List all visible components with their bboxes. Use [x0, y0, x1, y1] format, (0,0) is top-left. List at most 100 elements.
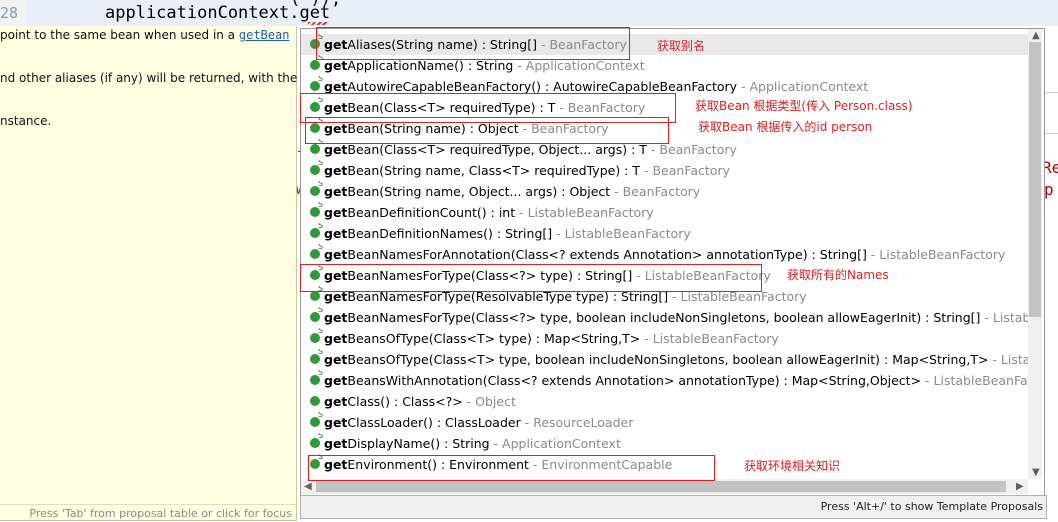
- scroll-left-icon[interactable]: ◀: [304, 481, 312, 492]
- annotation-bean-by-id: 获取Bean 根据传入的id person: [698, 120, 873, 134]
- method-public-icon: S: [310, 286, 323, 301]
- annotation-aliases: 获取别名: [657, 39, 706, 53]
- proposal-item[interactable]: SgetBeansOfType(Class<T> type, boolean i…: [301, 349, 1029, 370]
- proposal-owner: - ResourceLoader: [520, 415, 634, 430]
- method-public-icon: S: [310, 76, 323, 91]
- proposal-owner: - ApplicationContext: [737, 79, 869, 94]
- proposal-signature: BeanDefinitionNames() : String[]: [347, 226, 553, 241]
- proposal-label: getAutowireCapableBeanFactory() : Autowi…: [324, 79, 868, 94]
- proposal-signature: BeanNamesForAnnotation(Class<? extends A…: [347, 247, 867, 262]
- proposal-label: getClass() : Class<?> - Object: [324, 394, 516, 409]
- editor-edge-line: [1043, 133, 1058, 134]
- proposal-prefix: get: [324, 373, 348, 388]
- proposal-label: getBeanNamesForAnnotation(Class<? extend…: [324, 247, 1005, 262]
- proposal-item[interactable]: SgetBeanNamesForAnnotation(Class<? exten…: [301, 244, 1029, 265]
- proposal-signature: Bean(String name, Class<T> requiredType)…: [347, 163, 641, 178]
- javadoc-footer-hint: Press 'Tab' from proposal table or click…: [29, 507, 292, 520]
- proposal-label: getBean(String name, Object... args) : O…: [324, 184, 700, 199]
- annotation-environment: 获取环境相关知识: [744, 459, 841, 473]
- editor-edge-line: [1043, 92, 1058, 93]
- proposal-signature: AutowireCapableBeanFactory() : AutowireC…: [347, 79, 738, 94]
- method-public-icon: S: [310, 328, 323, 343]
- proposal-signature: Class() : Class<?>: [347, 394, 463, 409]
- proposal-owner: - ListableBeanFactory: [992, 352, 1029, 367]
- proposal-label: getClassLoader() : ClassLoader - Resourc…: [324, 415, 633, 430]
- scroll-right-icon[interactable]: ▶: [1016, 481, 1024, 492]
- proposal-prefix: get: [324, 184, 348, 199]
- proposal-owner: - BeanFactory: [610, 184, 701, 199]
- proposal-item[interactable]: SgetBean(String name, Object... args) : …: [301, 181, 1029, 202]
- vertical-scroll-thumb[interactable]: [1029, 42, 1041, 317]
- method-public-icon: S: [310, 349, 323, 364]
- javadoc-hover[interactable]: point to the same bean when used in a ge…: [0, 26, 297, 521]
- method-public-icon: S: [310, 412, 323, 427]
- proposal-item[interactable]: SgetClassLoader() : ClassLoader - Resour…: [301, 412, 1029, 433]
- proposal-signature: ClassLoader() : ClassLoader: [347, 415, 521, 430]
- proposal-item[interactable]: SgetBeanDefinitionNames() : String[] - L…: [301, 223, 1029, 244]
- proposal-label: getBeansOfType(Class<T> type) : Map<Stri…: [324, 331, 779, 346]
- method-public-icon: S: [310, 433, 323, 448]
- proposal-prefix: get: [324, 226, 348, 241]
- editor-fragment-right-2: p: [1044, 180, 1054, 199]
- proposal-item[interactable]: getClass() : Class<?> - Object: [301, 391, 1029, 412]
- code-line[interactable]: applicationContext.get: [105, 3, 330, 23]
- proposal-label: getBean(Class<T> requiredType, Object...…: [324, 142, 737, 157]
- proposal-signature: ApplicationName() : String: [347, 58, 514, 73]
- proposal-prefix: get: [324, 352, 348, 367]
- proposal-item[interactable]: SgetBeanNamesForType(Class<?> type, bool…: [301, 307, 1029, 328]
- proposal-owner: - ListableBeanFactory: [925, 373, 1029, 388]
- scroll-down-icon[interactable]: ▼: [1032, 467, 1040, 478]
- proposal-prefix: get: [324, 394, 348, 409]
- proposal-signature: BeansOfType(Class<T> type) : Map<String,…: [347, 331, 641, 346]
- proposal-owner: - ListableBeanFactory: [866, 247, 1006, 262]
- annotation-box-bean-by-id: [305, 117, 669, 144]
- method-public-icon: S: [310, 139, 323, 154]
- annotation-bean-by-type: 获取Bean 根据类型(传入 Person.class): [695, 99, 913, 113]
- method-public-icon: S: [310, 202, 323, 217]
- proposal-status-bar[interactable]: Press 'Alt+/' to show Template Proposals: [300, 495, 1047, 519]
- proposal-signature: BeansWithAnnotation(Class<? extends Anno…: [347, 373, 922, 388]
- proposal-prefix: get: [324, 205, 348, 220]
- proposal-label: getBeansWithAnnotation(Class<? extends A…: [324, 373, 1029, 388]
- proposal-label: getBean(String name, Class<T> requiredTy…: [324, 163, 730, 178]
- template-proposals-hint[interactable]: Press 'Alt+/' to show Template Proposals: [821, 500, 1043, 513]
- proposal-owner: - ApplicationContext: [513, 58, 645, 73]
- proposal-item[interactable]: SgetBeansWithAnnotation(Class<? extends …: [301, 370, 1029, 391]
- error-squiggle: [308, 22, 328, 25]
- method-public-icon: S: [310, 244, 323, 259]
- method-public-icon: S: [310, 307, 323, 322]
- proposal-prefix: get: [324, 415, 348, 430]
- proposal-item[interactable]: SgetBeanDefinitionCount() : int - Listab…: [301, 202, 1029, 223]
- method-public-icon: S: [310, 55, 323, 70]
- proposal-owner: - ListableBeanFactory: [552, 226, 691, 241]
- proposal-owner: - Object: [462, 394, 516, 409]
- proposal-item[interactable]: SgetBean(String name, Class<T> requiredT…: [301, 160, 1029, 181]
- proposal-prefix: get: [324, 163, 348, 178]
- proposal-item[interactable]: SgetBeansOfType(Class<T> type) : Map<Str…: [301, 328, 1029, 349]
- proposal-owner: - BeanFactory: [646, 142, 737, 157]
- horizontal-scroll-thumb[interactable]: [316, 481, 1006, 492]
- proposal-label: getDisplayName() : String - ApplicationC…: [324, 436, 621, 451]
- proposal-prefix: get: [324, 142, 348, 157]
- proposal-prefix: get: [324, 310, 348, 325]
- method-public-icon: S: [310, 223, 323, 238]
- scroll-up-icon[interactable]: ▲: [1032, 30, 1040, 41]
- method-public-icon: S: [310, 370, 323, 385]
- javadoc-footer: Press 'Tab' from proposal table or click…: [0, 504, 296, 521]
- proposal-prefix: get: [324, 247, 348, 262]
- javadoc-line-2: nd other aliases (if any) will be return…: [0, 71, 298, 85]
- line-number: 28: [0, 4, 19, 22]
- javadoc-link-getbean[interactable]: getBean: [239, 28, 290, 42]
- proposal-owner: - ListableBeanFactory: [515, 205, 654, 220]
- proposal-item[interactable]: SgetDisplayName() : String - Application…: [301, 433, 1029, 454]
- proposal-owner: - ApplicationContext: [489, 436, 621, 451]
- proposal-signature: DisplayName() : String: [347, 436, 490, 451]
- annotation-box-names: [300, 264, 762, 292]
- proposal-prefix: get: [324, 58, 348, 73]
- proposal-signature: Bean(String name, Object... args) : Obje…: [347, 184, 611, 199]
- proposal-signature: Bean(Class<T> requiredType, Object... ar…: [347, 142, 647, 157]
- proposal-owner: - ListableBeanFactory: [640, 331, 779, 346]
- method-public-icon: [310, 396, 320, 406]
- proposal-label: getBeanDefinitionNames() : String[] - Li…: [324, 226, 691, 241]
- proposal-signature: BeansOfType(Class<T> type, boolean inclu…: [347, 352, 989, 367]
